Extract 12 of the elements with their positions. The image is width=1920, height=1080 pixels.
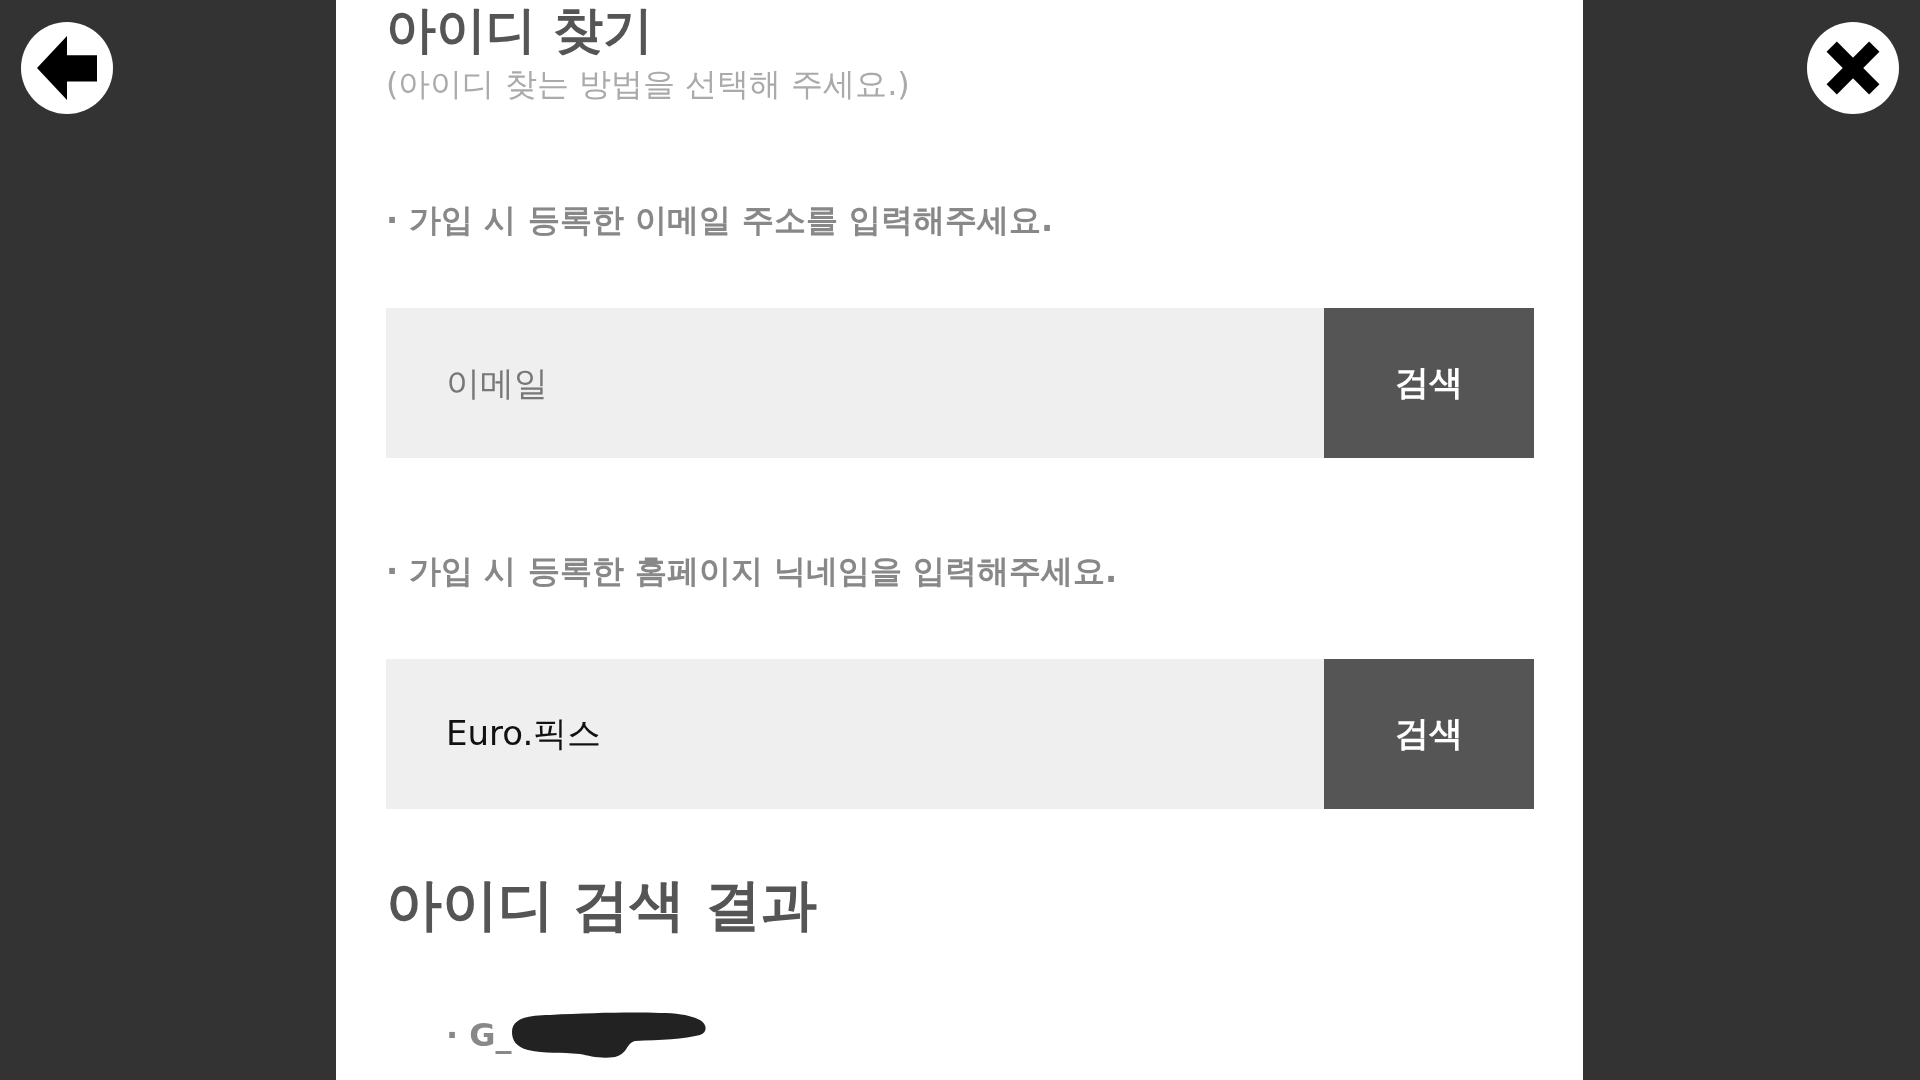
page-subtitle: (아이디 찾는 방법을 선택해 주세요.) [386, 64, 911, 104]
found-id-text: · G_ [446, 1015, 512, 1055]
close-icon [1825, 40, 1881, 96]
search-button[interactable]: 검색 [1324, 659, 1534, 809]
results-heading: 아이디 검색 결과 [386, 873, 818, 937]
search-button[interactable]: 검색 [1324, 308, 1534, 458]
field-label: · 가입 시 등록한 홈페이지 닉네임을 입력해주세요. [386, 551, 1119, 591]
field-label: · 가입 시 등록한 이메일 주소를 입력해주세요. [386, 200, 1055, 240]
arrow-left-icon [37, 36, 97, 100]
page-title: 아이디 찾기 [386, 2, 655, 58]
search-field[interactable]: Euro.픽스 [386, 659, 1324, 809]
search-field[interactable]: 이메일 [386, 308, 1324, 458]
